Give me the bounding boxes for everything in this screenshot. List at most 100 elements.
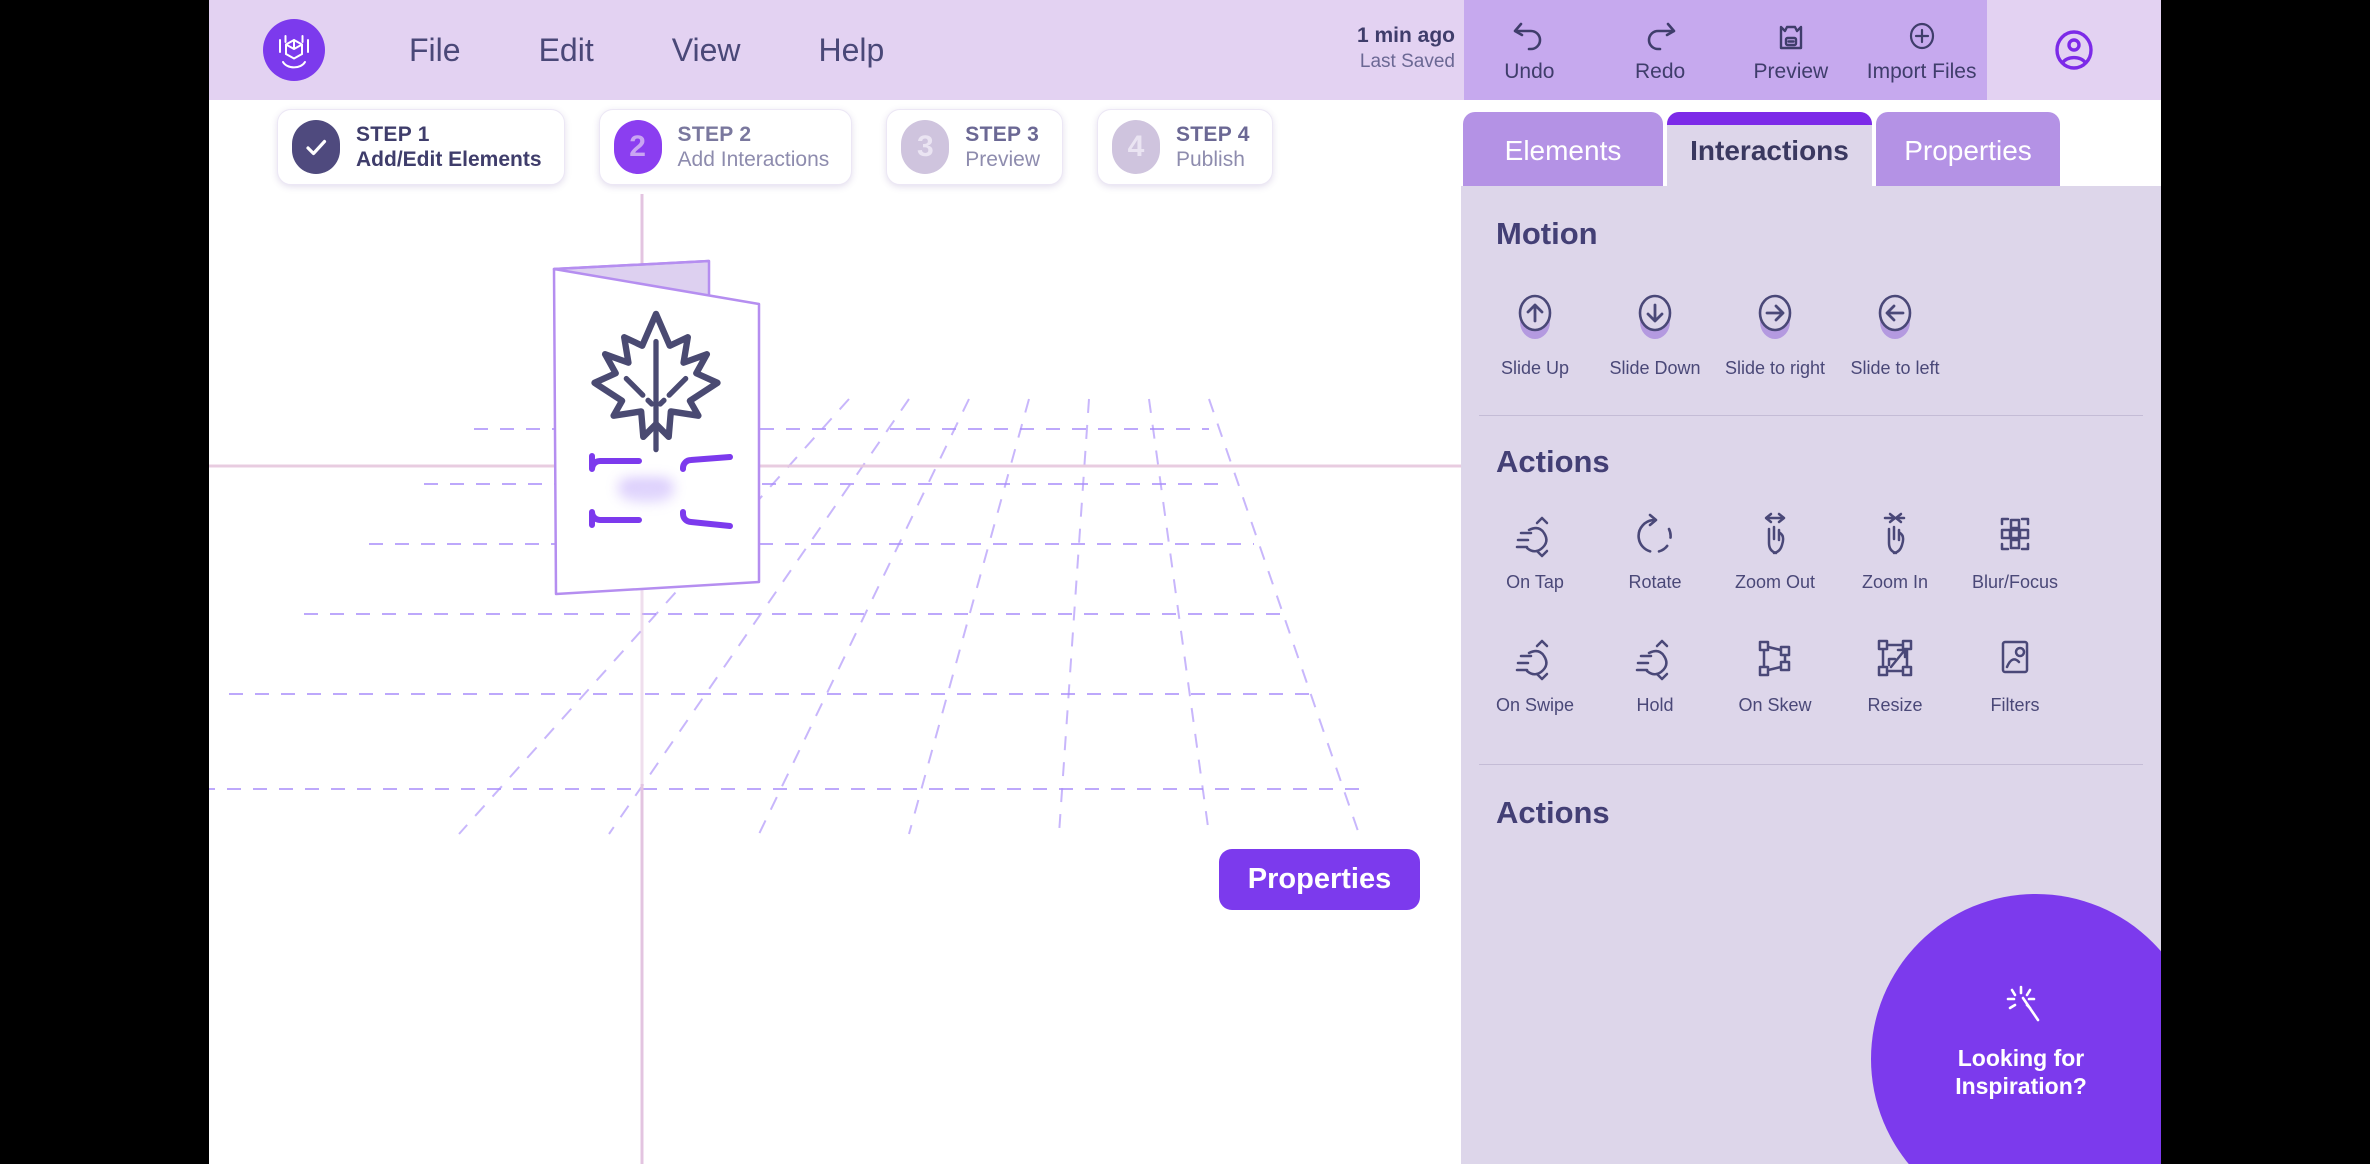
step-2-badge: 2 bbox=[613, 120, 662, 174]
motion-slide-right-label: Slide Down bbox=[1609, 358, 1701, 378]
action-on-tap[interactable]: On Tap bbox=[1475, 506, 1595, 593]
step-2-subtitle: Add Interactions bbox=[677, 147, 830, 171]
plus-circle-icon bbox=[1909, 22, 1934, 50]
action-zoom-in-label: Zoom In bbox=[1861, 572, 1929, 592]
pixelate-grid-icon bbox=[2000, 517, 2030, 551]
redo-label: Redo bbox=[1635, 60, 1686, 83]
last-saved-info: 1 min ago Last Saved bbox=[1357, 22, 1455, 75]
looking-for-inspiration-button[interactable]: Looking for Inspiration? bbox=[1871, 894, 2161, 1164]
undo-icon bbox=[1514, 22, 1542, 51]
import-files-button[interactable]: Import Files bbox=[1857, 16, 1987, 84]
actions-section-2-title: Actions bbox=[1496, 795, 1610, 830]
motion-slide-down[interactable]: Slide Down bbox=[1595, 286, 1715, 379]
action-hold-label: Hold bbox=[1636, 695, 1674, 715]
resize-icon bbox=[1877, 639, 1913, 677]
top-menu-bar: File Edit View Help 1 min ago Last Saved… bbox=[209, 0, 2161, 100]
motion-slide-up[interactable]: Slide Up bbox=[1475, 286, 1595, 379]
hold-gesture-icon bbox=[1635, 639, 1669, 681]
action-filters[interactable]: Filters bbox=[1955, 629, 2075, 716]
steps-bar: STEP 1 Add/Edit Elements 2 STEP 2 Add In… bbox=[209, 100, 1461, 194]
action-hold[interactable]: Hold bbox=[1595, 629, 1715, 716]
design-canvas[interactable]: Custom Audio Properties Edit Inside Card… bbox=[209, 194, 1461, 1164]
step-4-title: STEP 4 bbox=[1176, 122, 1250, 146]
step-4-publish[interactable]: 4 STEP 4 Publish bbox=[1097, 109, 1273, 185]
screen: File Edit View Help 1 min ago Last Saved… bbox=[0, 0, 2370, 1164]
account-button[interactable] bbox=[1987, 0, 2161, 100]
preview-label: Preview bbox=[1753, 60, 1829, 83]
arrow-up-circle-icon bbox=[1518, 294, 1552, 339]
magic-wand-icon bbox=[2006, 985, 2040, 1022]
action-rotate[interactable]: Rotate bbox=[1595, 506, 1715, 593]
pinch-out-gesture-icon bbox=[1764, 512, 1786, 555]
motion-slide-up-label: Slide Up bbox=[1500, 358, 1570, 378]
toolbar-group: Undo Redo Preview Import Files bbox=[1464, 0, 1987, 100]
step-4-badge: 4 bbox=[1112, 120, 1160, 174]
motion-icon-grid: Slide Up Slide Down Slide to right Slide… bbox=[1461, 286, 2161, 379]
motion-slide-to-right-label: Slide to right bbox=[1724, 358, 1826, 378]
action-blur-focus-label: Blur/Focus bbox=[1971, 572, 2059, 592]
right-panel: Elements Interactions Properties Motion … bbox=[1461, 100, 2161, 1164]
action-on-swipe[interactable]: On Swipe bbox=[1475, 629, 1595, 716]
motion-slide-to-right[interactable]: Slide to right bbox=[1715, 286, 1835, 379]
action-resize[interactable]: Resize bbox=[1835, 629, 1955, 716]
action-on-skew-label: On Skew bbox=[1738, 695, 1812, 715]
preview-button[interactable]: Preview bbox=[1726, 16, 1856, 84]
tab-elements[interactable]: Elements bbox=[1463, 112, 1663, 190]
action-zoom-out[interactable]: Zoom Out bbox=[1715, 506, 1835, 593]
blurred-text-placeholder bbox=[619, 479, 673, 499]
step-2-title: STEP 2 bbox=[677, 122, 752, 146]
divider-motion-actions bbox=[1479, 415, 2143, 416]
swipe-gesture-icon bbox=[1515, 639, 1549, 681]
arrow-left-circle-icon bbox=[1878, 294, 1912, 339]
perspective-grid bbox=[209, 194, 1461, 1164]
undo-label: Undo bbox=[1504, 60, 1555, 83]
step-3-title: STEP 3 bbox=[965, 122, 1040, 146]
step-1-title: STEP 1 bbox=[356, 122, 430, 146]
image-filter-icon bbox=[2001, 640, 2029, 674]
app-window: File Edit View Help 1 min ago Last Saved… bbox=[209, 0, 2161, 1164]
actions-section-title: Actions bbox=[1496, 444, 1610, 479]
pinch-in-gesture-icon bbox=[1883, 512, 1906, 555]
undo-button[interactable]: Undo bbox=[1464, 16, 1594, 84]
action-zoom-in[interactable]: Zoom In bbox=[1835, 506, 1955, 593]
tap-gesture-icon bbox=[1515, 516, 1549, 558]
action-rotate-label: Rotate bbox=[1628, 572, 1682, 592]
skew-icon bbox=[1758, 640, 1791, 677]
actions-icon-grid-row1: On Tap Rotate Zoom Out Zoom In Blur/Focu… bbox=[1461, 506, 2161, 593]
cube-logo-icon[interactable] bbox=[263, 19, 325, 81]
import-files-label: Import Files bbox=[1866, 60, 1977, 83]
action-blur-focus[interactable]: Blur/Focus bbox=[1955, 506, 2075, 593]
properties-badge[interactable]: Properties bbox=[1219, 849, 1420, 910]
step-2-add-interactions[interactable]: 2 STEP 2 Add Interactions bbox=[598, 109, 853, 185]
interactions-panel-body: Motion Slide Up Slide Down Slide to righ… bbox=[1461, 186, 2161, 1164]
rotate-icon bbox=[1637, 513, 1672, 554]
action-zoom-out-label: Zoom Out bbox=[1734, 572, 1816, 592]
arrow-right-circle-icon bbox=[1758, 294, 1792, 339]
step-1-subtitle: Add/Edit Elements bbox=[356, 147, 542, 171]
account-avatar-icon bbox=[2055, 30, 2093, 70]
action-resize-label: Resize bbox=[1867, 695, 1923, 715]
menu-view[interactable]: View bbox=[672, 32, 741, 69]
arrow-down-circle-icon bbox=[1638, 294, 1672, 339]
step-1-add-edit-elements[interactable]: STEP 1 Add/Edit Elements bbox=[277, 109, 565, 185]
tab-interactions[interactable]: Interactions bbox=[1667, 112, 1872, 190]
action-on-tap-label: On Tap bbox=[1506, 572, 1564, 592]
inspiration-label: Looking for Inspiration? bbox=[1955, 1045, 2087, 1099]
motion-slide-to-left[interactable]: Slide to left bbox=[1835, 286, 1955, 379]
step-1-badge bbox=[292, 120, 340, 174]
save-time: 1 min ago bbox=[1356, 24, 1455, 47]
redo-button[interactable]: Redo bbox=[1595, 16, 1725, 84]
motion-slide-to-left-label: Slide to left bbox=[1850, 358, 1940, 378]
divider-actions-sections bbox=[1479, 764, 2143, 765]
tab-properties[interactable]: Properties bbox=[1876, 112, 2060, 190]
menu-file[interactable]: File bbox=[409, 32, 461, 69]
step-3-subtitle: Preview bbox=[965, 147, 1040, 171]
menu-edit[interactable]: Edit bbox=[539, 32, 594, 69]
step-4-subtitle: Publish bbox=[1176, 147, 1245, 171]
redo-icon bbox=[1647, 22, 1676, 51]
step-3-preview[interactable]: 3 STEP 3 Preview bbox=[886, 109, 1063, 185]
menu-help[interactable]: Help bbox=[818, 32, 884, 69]
actions-icon-grid-row2: On Swipe Hold On Skew Resize Filters bbox=[1461, 629, 2161, 716]
action-on-skew[interactable]: On Skew bbox=[1715, 629, 1835, 716]
action-on-swipe-label: On Swipe bbox=[1495, 695, 1575, 715]
